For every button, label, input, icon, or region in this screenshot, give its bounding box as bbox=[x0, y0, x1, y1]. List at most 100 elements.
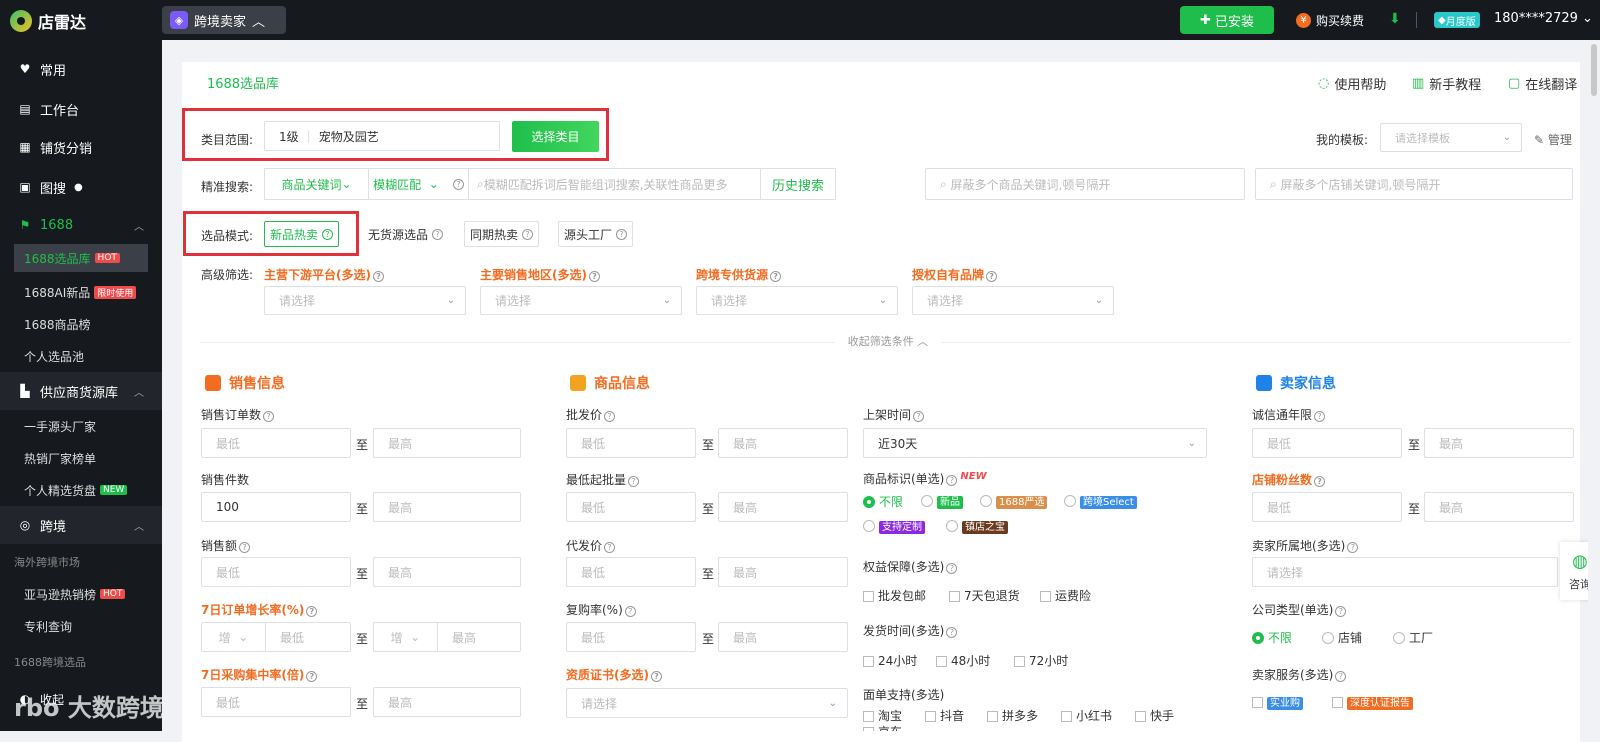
seller-region-select[interactable]: 请选择 bbox=[1252, 557, 1558, 587]
adv-crossborder-select[interactable]: 请选择 ⌄ bbox=[696, 286, 898, 315]
tab-1688-library[interactable]: 1688选品库 bbox=[183, 62, 303, 100]
renew-link[interactable]: ¥ 购买续费 bbox=[1296, 12, 1364, 29]
sheet-douyin[interactable]: 抖音 bbox=[925, 707, 964, 724]
company-factory[interactable]: 工厂 bbox=[1393, 629, 1433, 646]
seller-fans-min[interactable]: 最低 bbox=[1252, 492, 1402, 522]
wholesale-max[interactable]: 最高 bbox=[718, 428, 848, 458]
ship-24h[interactable]: 24小时 bbox=[863, 652, 917, 669]
mode-no-source[interactable]: 无货源选品? bbox=[362, 221, 450, 247]
mode-new-hot[interactable]: 新品热卖? bbox=[264, 221, 340, 247]
company-all[interactable]: 不限 bbox=[1252, 629, 1292, 646]
user-account[interactable]: 180****2729 ⌄ bbox=[1494, 11, 1593, 26]
cert-select[interactable]: 请选择 ⌄ bbox=[566, 688, 848, 718]
sales-qty-min[interactable]: 100 bbox=[201, 492, 351, 522]
concentration-min[interactable]: 最低 bbox=[201, 687, 351, 717]
rights-7day-return[interactable]: 7天包退货 bbox=[949, 587, 1020, 604]
sales-orders-max[interactable]: 最高 bbox=[373, 428, 521, 458]
growth-min-dir-select[interactable]: 增 ⌄ bbox=[202, 623, 266, 651]
help-link[interactable]: ◌ 使用帮助 bbox=[1318, 74, 1386, 93]
sheet-xhs[interactable]: 小红书 bbox=[1061, 707, 1112, 724]
block-goods-input[interactable]: ⌕ 屏蔽多个商品关键词,顿号隔开 bbox=[925, 168, 1245, 200]
sidebar-sub-personal-goods[interactable]: 个人精选货盘 NEW bbox=[0, 474, 162, 506]
scrollbar[interactable] bbox=[1588, 40, 1600, 731]
service-shiyegou[interactable]: 实业购 bbox=[1252, 694, 1303, 710]
seller-years-max[interactable]: 最高 bbox=[1424, 428, 1574, 458]
adv-region-select[interactable]: 请选择 ⌄ bbox=[480, 286, 682, 315]
sidebar-item-common[interactable]: ♥ 常用 bbox=[0, 50, 162, 88]
download-icon[interactable]: ⬇ bbox=[1389, 11, 1401, 27]
installed-button[interactable]: ✚ 已安装 bbox=[1180, 6, 1274, 34]
dropship-min[interactable]: 最低 bbox=[566, 557, 696, 587]
help-icon: ? bbox=[770, 271, 782, 282]
yen-icon: ¥ bbox=[1296, 13, 1311, 28]
history-search-button[interactable]: 历史搜索 bbox=[761, 169, 835, 199]
sidebar-sub-hot-factory[interactable]: 热销厂家榜单 bbox=[0, 442, 162, 474]
translate-link[interactable]: ▢ 在线翻译 bbox=[1508, 74, 1577, 93]
sidebar-sub-patent[interactable]: 专利查询 bbox=[0, 610, 162, 642]
sidebar-item-image-search[interactable]: ▣ 图搜 ● bbox=[0, 168, 162, 206]
tag-option-strict[interactable]: 1688严选 bbox=[980, 493, 1048, 509]
sidebar-item-supply[interactable]: ▙ 供应商货源库 ︿ bbox=[0, 372, 162, 410]
adv-brand-select[interactable]: 请选择 ⌄ bbox=[912, 286, 1114, 315]
sheet-taobao[interactable]: 淘宝 bbox=[863, 707, 902, 724]
block-shops-input[interactable]: ⌕ 屏蔽多个店铺关键词,顿号隔开 bbox=[1255, 168, 1573, 200]
list-time-select[interactable]: 近30天 ⌄ bbox=[863, 428, 1207, 458]
match-type-select[interactable]: 模糊匹配 ⌄? bbox=[369, 169, 469, 199]
sidebar-sub-source-factory[interactable]: 一手源头厂家 bbox=[0, 410, 162, 442]
growth-min-input[interactable]: 最低 bbox=[266, 629, 304, 646]
ship-48h[interactable]: 48小时 bbox=[936, 652, 990, 669]
cross-seller-switch[interactable]: ◈ 跨境卖家 ︿ bbox=[162, 6, 286, 34]
sales-amount-max[interactable]: 最高 bbox=[373, 557, 521, 587]
wholesale-min[interactable]: 最低 bbox=[566, 428, 696, 458]
tag-option-treasure[interactable]: 镇店之宝 bbox=[946, 518, 1008, 534]
category-field[interactable]: 1级 | 宠物及园艺 bbox=[264, 121, 500, 151]
rights-free-shipping[interactable]: 批发包邮 bbox=[863, 587, 926, 604]
sidebar-sub-1688-rank[interactable]: 1688商品榜 bbox=[0, 308, 162, 340]
tag-option-new[interactable]: 新品 bbox=[921, 493, 963, 509]
rights-freight-insurance[interactable]: 运费险 bbox=[1040, 587, 1091, 604]
repurchase-min[interactable]: 最低 bbox=[566, 622, 696, 652]
search-input[interactable]: ⌕ 模糊匹配拆词后智能组词搜索,关联性商品更多 bbox=[469, 169, 761, 199]
sheet-kuaishou[interactable]: 快手 bbox=[1135, 707, 1174, 724]
keyword-type-select[interactable]: 商品关键词 ⌄ bbox=[265, 169, 369, 199]
sales-amount-min[interactable]: 最低 bbox=[201, 557, 351, 587]
seller-fans-max[interactable]: 最高 bbox=[1424, 492, 1574, 522]
sidebar-item-distribution[interactable]: ▦ 铺货分销 bbox=[0, 128, 162, 166]
sidebar-sub-1688-library[interactable]: 1688选品库 HOT bbox=[14, 244, 148, 272]
sales-orders-min[interactable]: 最低 bbox=[201, 428, 351, 458]
sidebar-sub-personal-pool[interactable]: 个人选品池 bbox=[0, 340, 162, 372]
service-deep-cert[interactable]: 深度认证报告 bbox=[1332, 694, 1413, 710]
sheet-pdd[interactable]: 拼多多 bbox=[987, 707, 1038, 724]
app-logo[interactable]: 店雷达 bbox=[10, 9, 86, 33]
moq-min[interactable]: 最低 bbox=[566, 492, 696, 522]
growth-max-input[interactable]: 最高 bbox=[438, 629, 476, 646]
mode-source-factory[interactable]: 源头工厂? bbox=[558, 221, 634, 247]
ship-72h[interactable]: 72小时 bbox=[1014, 652, 1068, 669]
moq-max[interactable]: 最高 bbox=[718, 492, 848, 522]
sheet-jd[interactable]: 京东 bbox=[863, 723, 902, 731]
dropship-max[interactable]: 最高 bbox=[718, 557, 848, 587]
company-shop[interactable]: 店铺 bbox=[1322, 629, 1362, 646]
scrollbar-thumb[interactable] bbox=[1591, 44, 1597, 96]
sales-qty-label: 销售件数 bbox=[201, 473, 250, 487]
tag-option-custom[interactable]: 支持定制 bbox=[863, 518, 925, 534]
repurchase-max[interactable]: 最高 bbox=[718, 622, 848, 652]
template-select[interactable]: 请选择模板 ⌄ bbox=[1380, 123, 1522, 152]
tag-option-select[interactable]: 跨境Select bbox=[1064, 493, 1137, 509]
collapse-filters-button[interactable]: 收起筛选条件 ︿ bbox=[835, 333, 941, 351]
sidebar-sub-amazon[interactable]: 亚马逊热销榜 HOT bbox=[0, 578, 162, 610]
seller-years-min[interactable]: 最低 bbox=[1252, 428, 1402, 458]
tutorial-link[interactable]: ▥ 新手教程 bbox=[1412, 74, 1481, 93]
sidebar-item-cross[interactable]: ◎ 跨境 ︿ bbox=[0, 506, 162, 544]
sidebar-item-workbench[interactable]: ▤ 工作台 bbox=[0, 90, 162, 128]
adv-platform-select[interactable]: 请选择 ⌄ bbox=[264, 286, 466, 315]
growth-max-dir-select[interactable]: 增 ⌄ bbox=[374, 623, 438, 651]
manage-link[interactable]: ✎ 管理 bbox=[1534, 131, 1572, 148]
sidebar-item-1688[interactable]: ⚑ 1688 ︿ bbox=[0, 206, 162, 244]
select-category-button[interactable]: 选择类目 bbox=[512, 121, 599, 152]
sales-qty-max[interactable]: 最高 bbox=[373, 492, 521, 522]
concentration-max[interactable]: 最高 bbox=[373, 687, 521, 717]
sidebar-sub-1688-ai[interactable]: 1688AI新品 限时使用 bbox=[0, 276, 162, 308]
tag-option-all[interactable]: 不限 bbox=[863, 493, 903, 510]
mode-same-period[interactable]: 同期热卖? bbox=[464, 221, 540, 247]
